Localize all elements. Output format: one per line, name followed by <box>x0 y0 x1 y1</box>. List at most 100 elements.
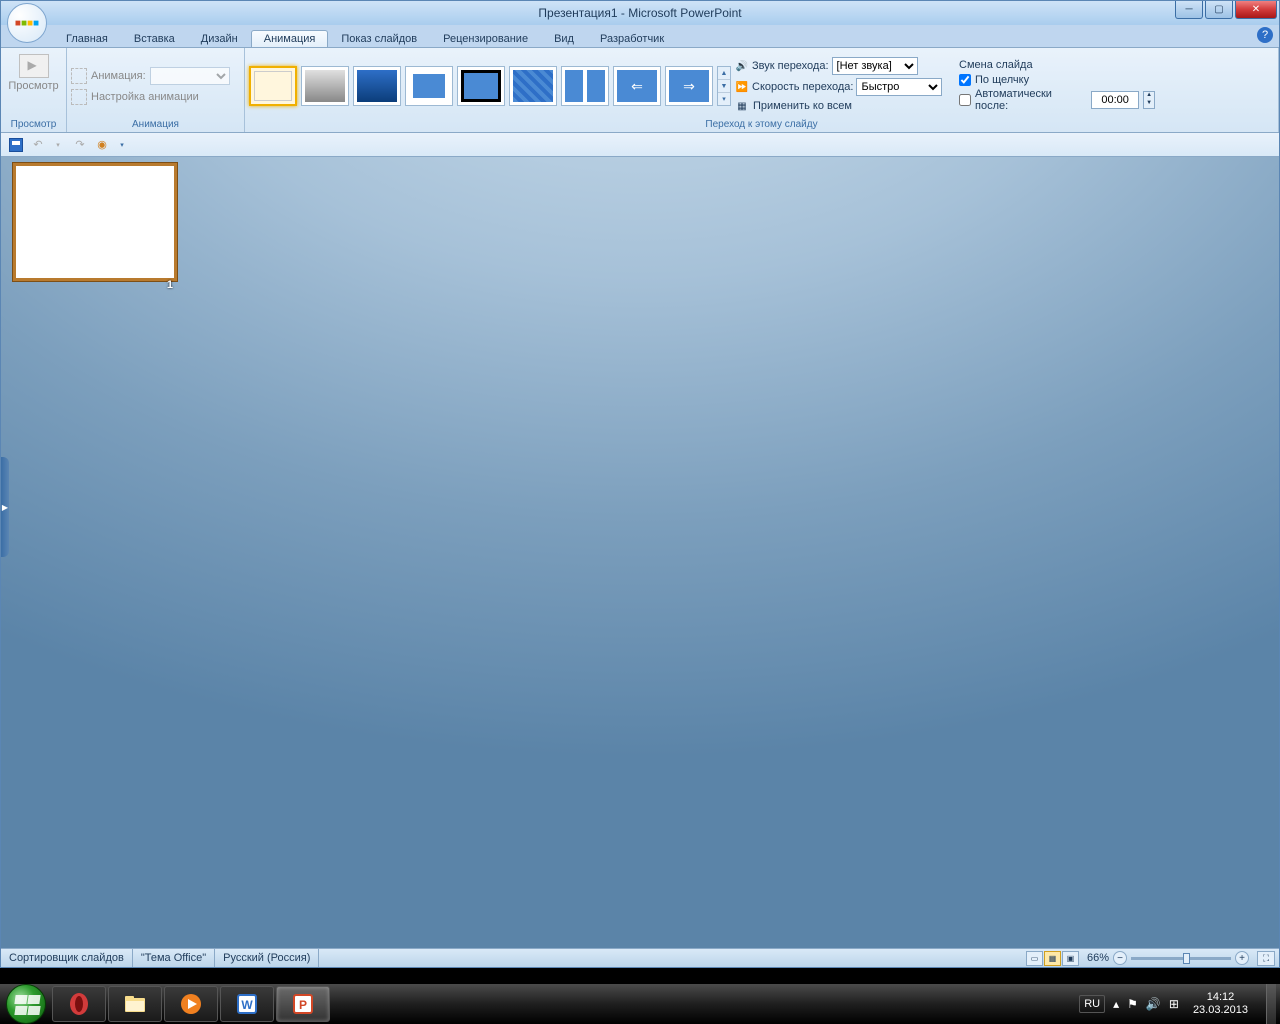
view-sorter-button[interactable]: ▦ <box>1044 951 1061 966</box>
zoom-slider[interactable] <box>1131 957 1231 960</box>
save-button[interactable] <box>7 136 25 154</box>
transition-item-2[interactable] <box>301 66 349 106</box>
zoom-in-button[interactable]: + <box>1235 951 1249 965</box>
svg-text:P: P <box>299 998 307 1012</box>
tray-show-hidden-icon[interactable]: ▴ <box>1113 997 1119 1011</box>
redo-button[interactable]: ↷ <box>71 136 89 154</box>
ribbon: Просмотр Просмотр Анимация: Настройка <box>1 47 1279 133</box>
undo-button[interactable]: ↶ <box>29 136 47 154</box>
advance-slide-header: Смена слайда <box>957 56 1157 73</box>
status-theme[interactable]: "Тема Office" <box>133 949 215 967</box>
tab-view[interactable]: Вид <box>541 30 587 47</box>
tray-clock[interactable]: 14:12 23.03.2013 <box>1187 991 1254 1017</box>
ribbon-tabs: Главная Вставка Дизайн Анимация Показ сл… <box>53 25 1279 47</box>
auto-after-label: Автоматически после: <box>975 88 1087 112</box>
tray-language[interactable]: RU <box>1079 995 1105 1013</box>
tray-flag-icon[interactable]: ⚑ <box>1127 997 1138 1011</box>
apply-all-label: Применить ко всем <box>753 100 852 112</box>
svg-text:W: W <box>241 998 253 1012</box>
auto-after-time-input[interactable] <box>1091 91 1139 109</box>
transition-item-7[interactable] <box>561 66 609 106</box>
show-desktop-button[interactable] <box>1266 984 1276 1024</box>
office-button[interactable]: ■■■■ <box>7 3 47 43</box>
tray-date: 23.03.2013 <box>1193 1004 1248 1017</box>
view-buttons: ▭ ▦ ▣ <box>1022 951 1083 966</box>
on-mouse-click-checkbox[interactable] <box>959 74 971 86</box>
group-preview: Просмотр Просмотр <box>1 48 67 132</box>
system-tray: RU ▴ ⚑ 🔊 ⊞ 14:12 23.03.2013 <box>1079 984 1280 1024</box>
apply-all-icon: ▦ <box>735 99 749 113</box>
tab-insert[interactable]: Вставка <box>121 30 188 47</box>
group-transition-label: Переход к этому слайду <box>249 118 1274 132</box>
expand-panel-handle[interactable]: ▶ <box>1 457 9 557</box>
tab-animation[interactable]: Анимация <box>251 30 329 47</box>
zoom-controls: 66% − + <box>1083 951 1253 965</box>
transition-item-5[interactable] <box>457 66 505 106</box>
tab-slideshow[interactable]: Показ слайдов <box>328 30 430 47</box>
apply-to-all-button[interactable]: ▦ Применить ко всем <box>735 99 953 113</box>
group-transition: ⇐ ⇒ ▲ ▼ ▾ 🔊 Звук перехода: [Не <box>245 48 1279 132</box>
gallery-scroll-down[interactable]: ▼ <box>718 80 730 93</box>
transition-speed-dropdown[interactable]: Быстро <box>856 78 942 96</box>
transition-gallery: ⇐ ⇒ ▲ ▼ ▾ <box>249 55 731 113</box>
transition-item-4[interactable] <box>405 66 453 106</box>
tray-network-icon[interactable]: ⊞ <box>1169 997 1179 1011</box>
windows-taskbar: W P RU ▴ ⚑ 🔊 ⊞ 14:12 23.03.2013 <box>0 984 1280 1024</box>
group-preview-label: Просмотр <box>11 118 57 132</box>
tab-home[interactable]: Главная <box>53 30 121 47</box>
start-button[interactable] <box>6 984 46 1024</box>
auto-after-checkbox[interactable] <box>959 94 971 106</box>
quick-access-toolbar: ↶ ▾ ↷ ◉ ▾ <box>1 133 1279 157</box>
minimize-button[interactable]: ─ <box>1175 1 1203 19</box>
zoom-label[interactable]: 66% <box>1087 952 1109 964</box>
tab-design[interactable]: Дизайн <box>188 30 251 47</box>
speed-icon: ⏩ <box>735 80 749 94</box>
transition-gallery-scroll[interactable]: ▲ ▼ ▾ <box>717 66 731 106</box>
transition-sound-dropdown[interactable]: [Нет звука] <box>832 57 918 75</box>
custom-animation-button: Настройка анимации <box>71 89 240 105</box>
taskbar-word[interactable]: W <box>220 986 274 1022</box>
title-bar: ■■■■ Презентация1 - Microsoft PowerPoint… <box>1 1 1279 25</box>
maximize-button[interactable]: ▢ <box>1205 1 1233 19</box>
slide-thumbnail-1[interactable]: 1 <box>13 163 177 289</box>
transition-item-6[interactable] <box>509 66 557 106</box>
taskbar-opera[interactable] <box>52 986 106 1022</box>
transition-item-8[interactable]: ⇐ <box>613 66 661 106</box>
window-title: Презентация1 - Microsoft PowerPoint <box>538 6 741 20</box>
tab-developer[interactable]: Разработчик <box>587 30 677 47</box>
animate-icon <box>71 68 87 84</box>
sound-icon: 🔊 <box>735 59 749 73</box>
undo-dropdown[interactable]: ▾ <box>49 136 67 154</box>
status-bar: Сортировщик слайдов "Тема Office" Русски… <box>1 948 1279 967</box>
fit-to-window-button[interactable]: ⛶ <box>1257 951 1275 966</box>
preview-button: Просмотр <box>5 50 62 92</box>
slide-frame <box>13 163 177 281</box>
transition-item-3[interactable] <box>353 66 401 106</box>
taskbar-explorer[interactable] <box>108 986 162 1022</box>
group-animation: Анимация: Настройка анимации Анимация <box>67 48 245 132</box>
preview-icon <box>19 54 49 78</box>
gallery-expand[interactable]: ▾ <box>718 93 730 105</box>
status-language[interactable]: Русский (Россия) <box>215 949 319 967</box>
zoom-out-button[interactable]: − <box>1113 951 1127 965</box>
custom-animation-label: Настройка анимации <box>91 91 199 103</box>
close-button[interactable]: ✕ <box>1235 1 1277 19</box>
transition-sound-label: Звук перехода: <box>752 60 829 72</box>
tab-review[interactable]: Рецензирование <box>430 30 541 47</box>
qat-customize-dropdown[interactable]: ▾ <box>113 136 131 154</box>
transition-item-9[interactable]: ⇒ <box>665 66 713 106</box>
tray-time: 14:12 <box>1193 991 1248 1004</box>
zoom-thumb[interactable] <box>1183 953 1190 964</box>
tray-volume-icon[interactable]: 🔊 <box>1146 997 1161 1011</box>
slide-sorter-workspace[interactable]: 1 ▶ <box>1 157 1279 948</box>
time-spinner[interactable]: ▲▼ <box>1143 91 1155 109</box>
transition-none[interactable] <box>249 66 297 106</box>
gallery-scroll-up[interactable]: ▲ <box>718 67 730 80</box>
taskbar-powerpoint[interactable]: P <box>276 986 330 1022</box>
view-normal-button[interactable]: ▭ <box>1026 951 1043 966</box>
qat-slideshow-button[interactable]: ◉ <box>93 136 111 154</box>
status-mode[interactable]: Сортировщик слайдов <box>1 949 133 967</box>
view-slideshow-button[interactable]: ▣ <box>1062 951 1079 966</box>
group-animation-label: Анимация <box>71 118 240 132</box>
taskbar-mediaplayer[interactable] <box>164 986 218 1022</box>
